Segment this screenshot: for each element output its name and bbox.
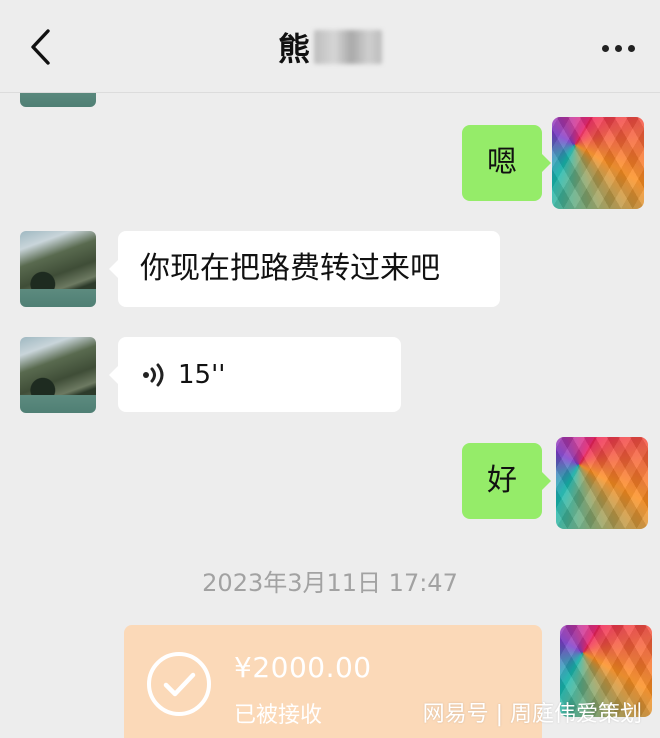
outgoing-message-bubble[interactable]: 嗯 xyxy=(462,125,551,201)
chat-title-wrap: 熊 xyxy=(0,22,660,72)
watermark: 网易号 | 周庭伟爱策划 xyxy=(422,702,642,727)
more-button[interactable] xyxy=(592,28,644,68)
transfer-status: 已被接收 xyxy=(234,703,323,728)
voice-message-bubble[interactable]: 15'' xyxy=(109,337,401,412)
chat-area[interactable]: 嗯 你现在把路费转过来吧 15'' 好 2023年3月11日 17:47 ¥20… xyxy=(0,93,660,738)
user-avatar[interactable] xyxy=(556,437,648,529)
contact-avatar[interactable] xyxy=(20,93,96,107)
bubble-tail xyxy=(109,259,119,279)
message-text: 好 xyxy=(487,463,517,498)
message-text: 你现在把路费转过来吧 xyxy=(140,251,440,286)
voice-message-content: 15'' xyxy=(138,360,225,390)
outgoing-message-bubble[interactable]: 好 xyxy=(462,443,551,519)
incoming-message-bubble[interactable]: 你现在把路费转过来吧 xyxy=(109,231,500,307)
contact-avatar[interactable] xyxy=(20,231,96,307)
message-timestamp: 2023年3月11日 17:47 xyxy=(202,569,458,597)
transfer-amount: ¥2000.00 xyxy=(234,651,372,684)
message-text: 嗯 xyxy=(487,145,517,180)
bubble-tail xyxy=(541,471,551,491)
blurred-contact-name xyxy=(314,30,382,64)
contact-avatar[interactable] xyxy=(20,337,96,413)
voice-duration: 15'' xyxy=(178,359,226,390)
bubble-tail xyxy=(109,365,119,385)
more-icon xyxy=(614,44,622,52)
chat-title: 熊 xyxy=(277,30,310,68)
voice-icon xyxy=(143,363,164,386)
more-icon xyxy=(627,44,635,52)
chat-header: 熊 xyxy=(0,0,660,93)
check-circle-icon xyxy=(147,652,211,716)
bubble-tail xyxy=(541,153,551,173)
more-icon xyxy=(601,44,609,52)
user-avatar[interactable] xyxy=(552,117,644,209)
